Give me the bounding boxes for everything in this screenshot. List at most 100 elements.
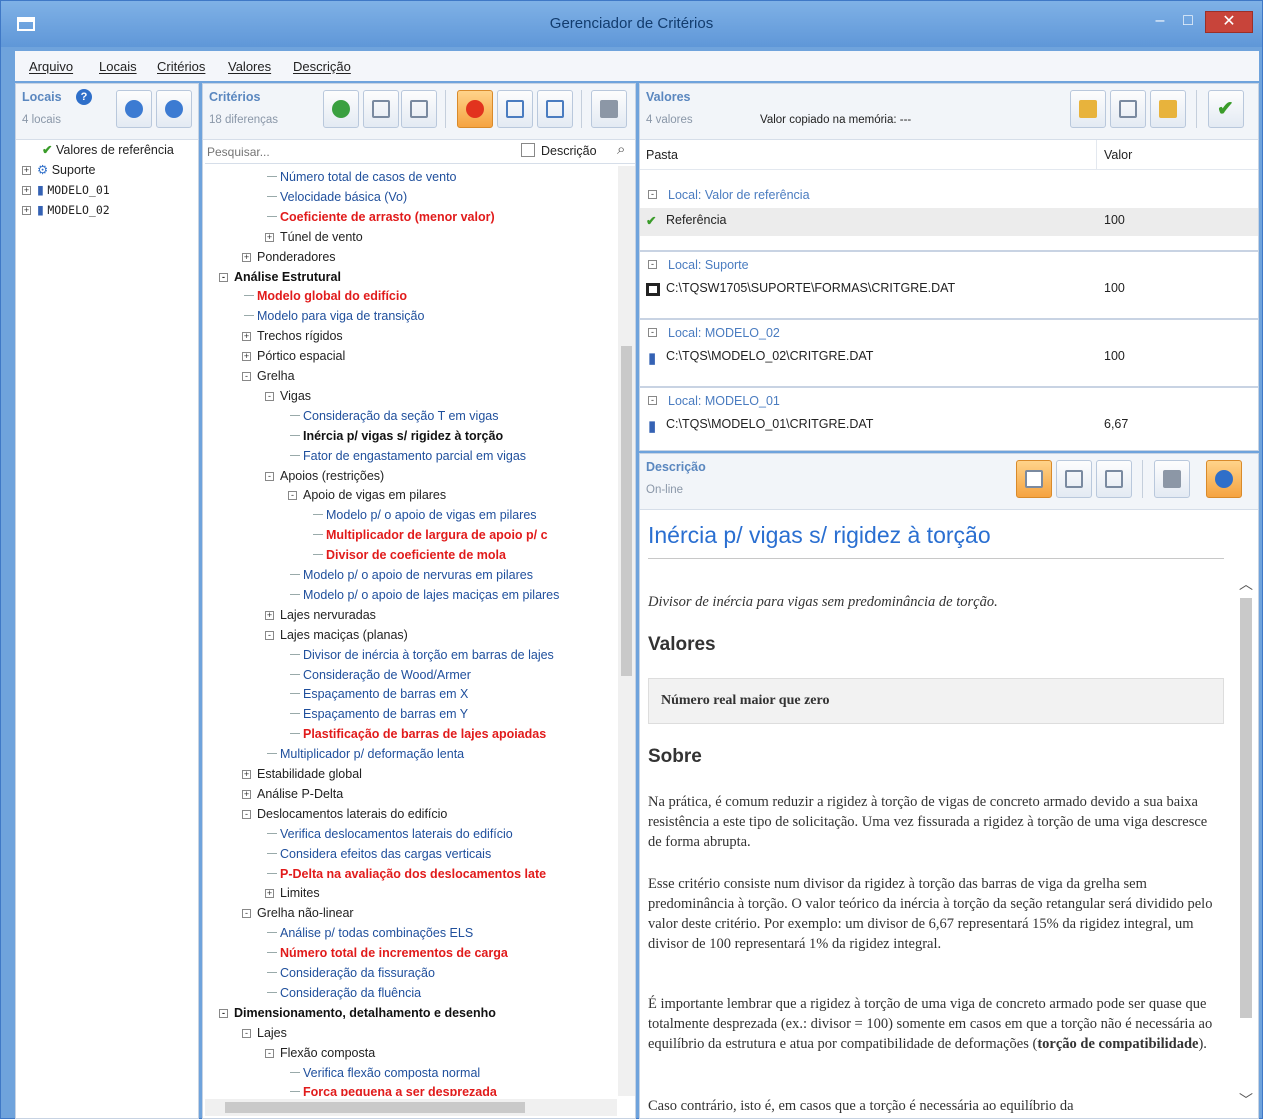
view-mode-3-button[interactable] bbox=[1096, 460, 1132, 498]
tree-item[interactable]: - Apoios (restrições) bbox=[265, 467, 384, 487]
expand-icon[interactable]: + bbox=[22, 186, 31, 195]
tree-item[interactable]: - Análise Estrutural bbox=[219, 268, 341, 288]
tree-item[interactable]: Modelo global do edifício bbox=[244, 287, 407, 307]
tree-item[interactable]: - Dimensionamento, detalhamento e desenho bbox=[219, 1004, 496, 1024]
expand-icon[interactable]: - bbox=[242, 372, 251, 381]
scrollbar-thumb[interactable] bbox=[225, 1102, 525, 1113]
tree-item-modelo01[interactable]: + ▮ MODELO_01 bbox=[22, 180, 110, 200]
refresh-button[interactable] bbox=[323, 90, 359, 128]
tree-item[interactable]: + Trechos rígidos bbox=[242, 327, 343, 347]
value-cell[interactable]: 100 bbox=[1104, 349, 1125, 363]
tree-item[interactable]: Verifica flexão composta normal bbox=[290, 1064, 480, 1084]
tree-item[interactable]: Consideração da fluência bbox=[267, 984, 421, 1004]
remove-local-button[interactable] bbox=[156, 90, 192, 128]
tree-item[interactable]: Modelo p/ o apoio de vigas em pilares bbox=[313, 506, 537, 526]
menu-criterios[interactable]: Critérios bbox=[157, 59, 205, 74]
previous-difference-button[interactable] bbox=[497, 90, 533, 128]
table-row[interactable]: ▮ C:\TQS\MODELO_02\CRITGRE.DAT 100 bbox=[640, 344, 1258, 372]
tree-item[interactable]: - Apoio de vigas em pilares bbox=[288, 486, 446, 506]
expand-icon[interactable]: - bbox=[242, 809, 251, 819]
expand-icon[interactable]: + bbox=[242, 789, 251, 799]
tree-item[interactable]: + Limites bbox=[265, 884, 320, 904]
tree-item-modelo02[interactable]: + ▮ MODELO_02 bbox=[22, 200, 110, 220]
group-row[interactable]: - Local: MODELO_02 bbox=[640, 318, 1258, 346]
tree-item[interactable]: + Lajes nervuradas bbox=[265, 606, 376, 626]
tree-item[interactable]: + Pórtico espacial bbox=[242, 347, 345, 367]
menu-arquivo[interactable]: Arquivo bbox=[29, 59, 73, 74]
tree-item[interactable]: Força pequena a ser desprezada bbox=[290, 1083, 497, 1096]
title-bar[interactable]: Gerenciador de Critérios – □ ✕ bbox=[1, 1, 1262, 47]
maximize-button[interactable]: □ bbox=[1175, 11, 1201, 33]
expand-all-button[interactable] bbox=[363, 90, 399, 128]
expand-icon[interactable]: + bbox=[242, 352, 251, 362]
tree-item[interactable]: + Análise P-Delta bbox=[242, 785, 343, 805]
paste-button[interactable] bbox=[1150, 90, 1186, 128]
tree-item[interactable]: Divisor de inércia à torção em barras de… bbox=[290, 646, 554, 666]
expand-icon[interactable]: - bbox=[265, 471, 274, 481]
expand-icon[interactable]: + bbox=[265, 889, 274, 899]
expand-icon[interactable]: - bbox=[265, 1048, 274, 1058]
expand-icon[interactable]: - bbox=[288, 491, 297, 501]
expand-icon[interactable]: + bbox=[22, 206, 31, 215]
description-scrollbar[interactable]: ︿ ﹀ bbox=[1234, 574, 1258, 1118]
view-mode-2-button[interactable] bbox=[1056, 460, 1092, 498]
tree-item[interactable]: Multiplicador p/ deformação lenta bbox=[267, 745, 464, 765]
expand-icon[interactable]: + bbox=[265, 610, 274, 620]
tree-item[interactable]: Espaçamento de barras em X bbox=[290, 685, 468, 705]
tree-item[interactable]: Considera efeitos das cargas verticais bbox=[267, 845, 491, 865]
tree-item-reference[interactable]: ✔ Valores de referência bbox=[42, 140, 174, 160]
horizontal-scrollbar[interactable] bbox=[205, 1099, 617, 1116]
table-row[interactable]: ✔ Referência 100 bbox=[640, 208, 1258, 236]
copy-value-button[interactable] bbox=[1070, 90, 1106, 128]
tree-item[interactable]: Modelo para viga de transição bbox=[244, 307, 424, 327]
column-valor[interactable]: Valor bbox=[1104, 148, 1132, 162]
tree-item[interactable]: Inércia p/ vigas s/ rigidez à torção bbox=[290, 427, 503, 447]
tree-item[interactable]: Velocidade básica (Vo) bbox=[267, 188, 407, 208]
table-row[interactable]: ▮ C:\TQS\MODELO_01\CRITGRE.DAT 6,67 bbox=[640, 412, 1258, 440]
collapse-icon[interactable]: - bbox=[648, 328, 657, 337]
print-button[interactable] bbox=[591, 90, 627, 128]
tree-item[interactable]: - Lajes bbox=[242, 1024, 287, 1044]
tree-item[interactable]: - Grelha bbox=[242, 367, 295, 387]
tree-item[interactable]: - Flexão composta bbox=[265, 1044, 375, 1064]
tree-item[interactable]: Fator de engastamento parcial em vigas bbox=[290, 447, 526, 467]
tree-item[interactable]: Plastificação de barras de lajes apoiada… bbox=[290, 725, 546, 745]
collapse-icon[interactable]: - bbox=[648, 396, 657, 405]
scrollbar-thumb[interactable] bbox=[621, 346, 632, 676]
next-difference-button[interactable] bbox=[537, 90, 573, 128]
vertical-scrollbar[interactable] bbox=[618, 166, 635, 1096]
tree-item[interactable]: Espaçamento de barras em Y bbox=[290, 705, 468, 725]
scrollbar-thumb[interactable] bbox=[1240, 598, 1252, 1018]
scroll-up-icon[interactable]: ︿ bbox=[1239, 574, 1253, 594]
collapse-icon[interactable]: - bbox=[648, 190, 657, 199]
search-icon[interactable]: ⌕ bbox=[617, 141, 625, 158]
filter-differences-button[interactable] bbox=[457, 90, 493, 128]
value-cell[interactable]: 100 bbox=[1104, 281, 1125, 295]
tree-item[interactable]: - Grelha não-linear bbox=[242, 904, 354, 924]
tree-item[interactable]: Modelo p/ o apoio de lajes maciças em pi… bbox=[290, 586, 559, 606]
copy-button[interactable] bbox=[1110, 90, 1146, 128]
menu-descricao[interactable]: Descrição bbox=[293, 59, 351, 74]
expand-icon[interactable]: - bbox=[219, 272, 228, 282]
tree-item[interactable]: + Ponderadores bbox=[242, 248, 336, 268]
tree-item[interactable]: Análise p/ todas combinações ELS bbox=[267, 924, 473, 944]
group-row[interactable]: - Local: MODELO_01 bbox=[640, 386, 1258, 414]
group-row[interactable]: - Local: Suporte bbox=[640, 250, 1258, 278]
tree-item[interactable]: Consideração da fissuração bbox=[267, 964, 435, 984]
tree-item-suporte[interactable]: + ⚙ Suporte bbox=[22, 160, 95, 180]
column-pasta[interactable]: Pasta bbox=[646, 148, 678, 162]
expand-icon[interactable]: + bbox=[242, 770, 251, 779]
print-description-button[interactable] bbox=[1154, 460, 1190, 498]
value-cell[interactable]: 6,67 bbox=[1104, 417, 1128, 431]
add-local-button[interactable] bbox=[116, 90, 152, 128]
collapse-icon[interactable]: - bbox=[648, 260, 657, 269]
expand-icon[interactable]: + bbox=[242, 332, 251, 342]
tree-item[interactable]: + Túnel de vento bbox=[265, 228, 363, 248]
tree-item[interactable]: Número total de casos de vento bbox=[267, 168, 457, 188]
expand-icon[interactable]: - bbox=[242, 1028, 251, 1038]
expand-icon[interactable]: - bbox=[265, 391, 274, 401]
minimize-button[interactable]: – bbox=[1147, 11, 1173, 33]
group-row[interactable]: - Local: Valor de referência bbox=[640, 182, 1258, 210]
menu-locais[interactable]: Locais bbox=[99, 59, 137, 74]
apply-button[interactable]: ✔ bbox=[1208, 90, 1244, 128]
